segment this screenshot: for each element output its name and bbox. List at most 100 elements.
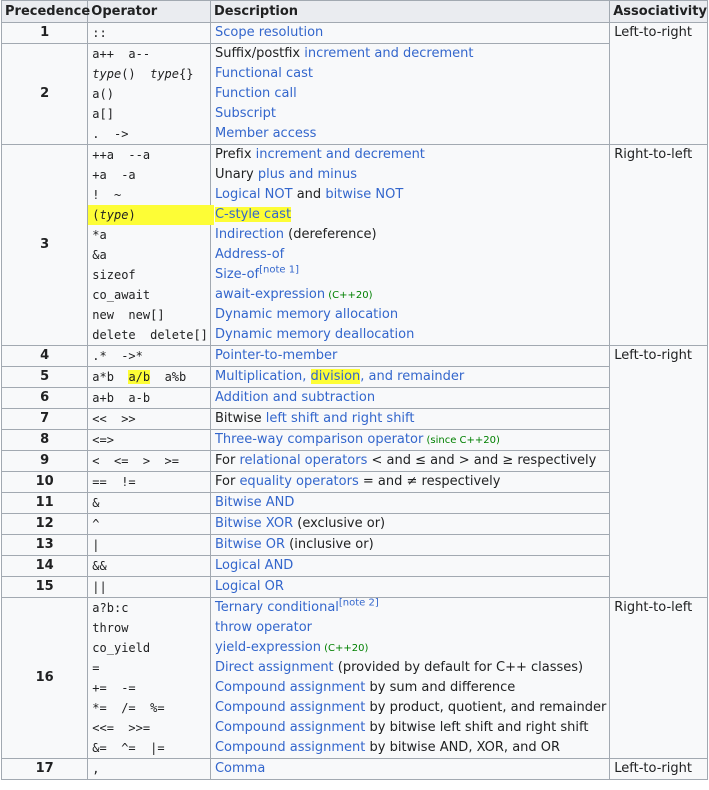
operator-text: a+b a-b	[92, 391, 151, 405]
description-text: Prefix increment and decrement	[215, 145, 605, 165]
description-link[interactable]: Subscript	[215, 106, 276, 121]
operator-cell: ++a --a +a -a ! ~ (type) *a &a sizeof co_await n…	[87, 144, 215, 346]
description-link[interactable]: Scope resolution	[215, 25, 323, 40]
description-link[interactable]: Three-way comparison operator	[215, 432, 423, 447]
description-link[interactable]: Comma	[215, 761, 265, 776]
description-link[interactable]: Direct assignment	[215, 660, 334, 675]
operator-text: <=>	[92, 433, 114, 447]
table-row: 12 ^ Bitwise XOR (exclusive or)	[0, 513, 708, 535]
operator-text: a*b a/b a%b	[92, 367, 206, 387]
description-text: Logical AND	[215, 556, 605, 576]
description-link[interactable]: increment and decrement	[304, 46, 473, 61]
description-link[interactable]: Pointer-to-member	[215, 348, 337, 363]
description-plain: Prefix	[214, 147, 256, 162]
operator-text: == !=	[92, 475, 136, 489]
operator-text: type() type{}	[92, 67, 194, 81]
operator-text: ++a --a	[92, 148, 151, 162]
description-text: Direct assignment (provided by default f…	[215, 658, 605, 678]
table-row: 10 == != For equality operators = and ≠ re…	[0, 471, 708, 493]
table-row: 13 | Bitwise OR (inclusive or)	[0, 534, 708, 556]
operator-text: a?b:c	[92, 601, 129, 615]
description-link[interactable]: Logical OR	[215, 579, 284, 594]
description-text: For equality operators = and ≠ respectiv…	[215, 472, 605, 492]
footnote-link[interactable]: [note 2]	[339, 598, 379, 609]
description-text: Logical OR	[215, 577, 605, 597]
description-link[interactable]: Function call	[215, 86, 297, 101]
description-link[interactable]: Compound assignment	[215, 700, 365, 715]
operator-text: co_yield	[92, 641, 151, 655]
precedence-cell: 1	[0, 22, 89, 44]
description-text: Address-of	[215, 245, 605, 265]
description-link[interactable]: Size-of	[215, 267, 259, 282]
associativity-cell: Left-to-right	[609, 22, 708, 145]
header-precedence: Precedence	[0, 0, 90, 23]
description-link[interactable]: Compound assignment	[215, 680, 365, 695]
operator-text: <<= >>=	[92, 721, 151, 735]
operator-cell: .* ->*	[87, 345, 211, 367]
description-link[interactable]: plus and minus	[258, 167, 357, 182]
description-cell: Suffix/postfix increment and decrement Fu…	[209, 43, 611, 145]
description-cell: For equality operators = and ≠ respectiv…	[209, 471, 611, 493]
description-link[interactable]: yield-expression	[215, 640, 321, 655]
operator-token: a%b	[164, 370, 187, 384]
operator-text: =	[92, 661, 100, 675]
operator-text: a()	[92, 87, 114, 101]
operator-text: &	[92, 496, 100, 510]
table-row: 3 ++a --a +a -a ! ~ (type) *a &a sizeof co_await…	[0, 144, 708, 346]
description-link[interactable]: Ternary conditional	[215, 600, 339, 615]
table-row: 9 < <= > >= For relational operators < and…	[0, 450, 708, 472]
description-link[interactable]: division	[310, 369, 361, 384]
description-link[interactable]: Bitwise XOR	[215, 516, 293, 531]
description-link[interactable]: equality operators	[239, 474, 358, 489]
operator-text: ,	[92, 762, 100, 776]
header-description: Description	[209, 0, 611, 23]
description-link[interactable]: Dynamic memory allocation	[215, 307, 398, 322]
description-link[interactable]: C-style cast	[214, 207, 292, 222]
description-text: yield-expression (C++20)	[215, 638, 605, 658]
description-cell: Logical OR	[209, 576, 611, 598]
description-link[interactable]: Bitwise AND	[215, 495, 294, 510]
operator-text: ^	[92, 517, 100, 531]
description-plain: by product, quotient, and remainder	[365, 700, 607, 715]
description-link[interactable]: await-expression	[215, 287, 325, 302]
description-text: Compound assignment by product, quotient…	[215, 698, 607, 718]
description-link[interactable]: Multiplication,	[215, 369, 311, 384]
precedence-cell: 17	[0, 758, 89, 780]
description-link[interactable]: Addition and subtraction	[215, 390, 375, 405]
description-link[interactable]: Compound assignment	[215, 720, 365, 735]
description-link[interactable]: Logical NOT	[215, 187, 293, 202]
table-row: 11 & Bitwise AND	[0, 492, 708, 514]
operator-text: *= /= %=	[92, 701, 165, 715]
description-link[interactable]: Functional cast	[215, 66, 313, 81]
operator-text: a++ a--	[92, 47, 151, 61]
operator-text: delete delete[]	[92, 328, 208, 342]
table-row: 16 a?b:c throw co_yield = += -= *= /= %= <<= >>…	[0, 597, 708, 759]
footnote-link[interactable]: [note 1]	[259, 265, 299, 276]
description-link[interactable]: left shift and right shift	[266, 411, 415, 426]
operator-text: &= ^= |=	[92, 741, 165, 755]
description-link[interactable]: increment and decrement	[256, 147, 425, 162]
operator-text: +a -a	[92, 168, 136, 182]
description-link[interactable]: Indirection	[215, 227, 284, 242]
operator-text: (type)	[88, 205, 215, 225]
description-link[interactable]: Bitwise OR	[215, 537, 285, 552]
description-plain: by bitwise left shift and right shift	[365, 720, 589, 735]
operator-text: . ->	[92, 127, 129, 141]
description-text: Indirection (dereference)	[215, 225, 605, 245]
description-link[interactable]: Address-of	[215, 247, 284, 262]
table-row: 1:: Scope resolution Left-to-right	[0, 22, 708, 145]
description-cell: Bitwise AND	[209, 492, 611, 514]
description-text: Suffix/postfix increment and decrement	[215, 44, 605, 64]
description-link[interactable]: Member access	[215, 126, 316, 141]
description-link[interactable]: Logical AND	[215, 558, 293, 573]
description-cell: Ternary conditional[note 2] throw operato…	[209, 597, 611, 759]
precedence-cell: 16	[0, 597, 89, 759]
description-link[interactable]: bitwise NOT	[325, 187, 403, 202]
description-link[interactable]: throw operator	[215, 620, 312, 635]
description-link[interactable]: Compound assignment	[215, 740, 365, 755]
description-link[interactable]: , and remainder	[360, 369, 464, 384]
description-link[interactable]: Dynamic memory deallocation	[215, 327, 414, 342]
description-text: Size-of[note 1]	[215, 265, 605, 285]
description-link[interactable]: relational operators	[239, 453, 367, 468]
description-cell: For relational operators < and ≤ and > a…	[209, 450, 611, 472]
